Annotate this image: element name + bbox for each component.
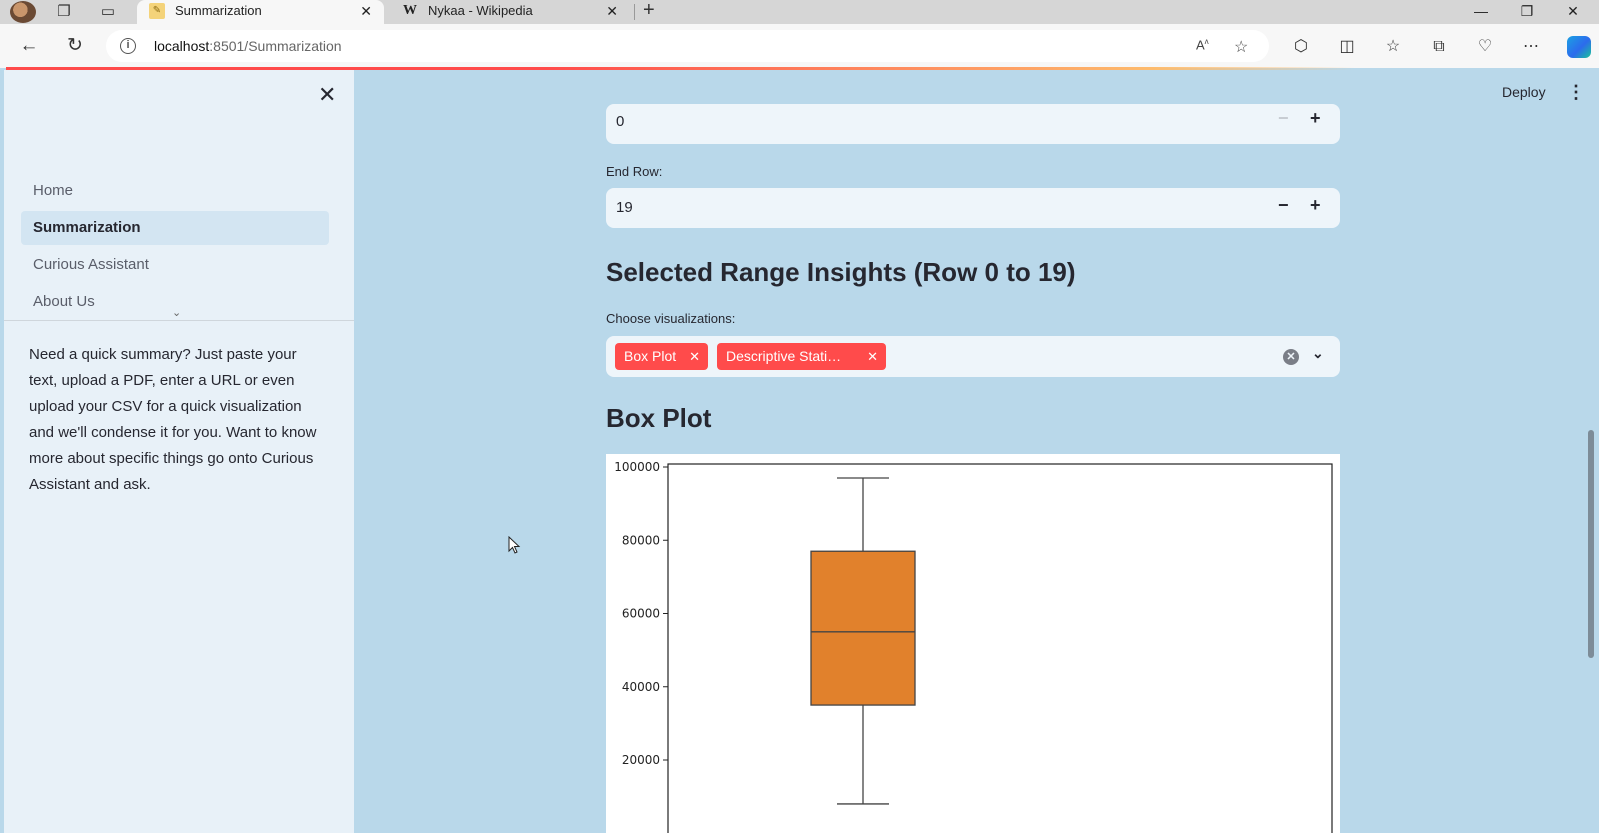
chip-box-plot[interactable]: Box Plot ✕ bbox=[615, 343, 708, 370]
chip-label: Descriptive Stati… bbox=[726, 348, 842, 364]
refresh-icon[interactable]: ↻ bbox=[62, 34, 88, 58]
notepad-favicon-icon: ✎ bbox=[149, 3, 165, 19]
new-tab-icon[interactable]: + bbox=[643, 0, 655, 22]
address-bar-row: ← ↻ i localhost:8501/Summarization Aʌ ☆ … bbox=[0, 24, 1599, 68]
remove-chip-icon[interactable]: ✕ bbox=[689, 343, 700, 370]
wikipedia-favicon-icon: W bbox=[403, 3, 417, 18]
sidebar-item-home[interactable]: Home bbox=[21, 174, 329, 208]
close-sidebar-icon[interactable]: ✕ bbox=[318, 82, 336, 108]
visualizations-multiselect[interactable]: Box Plot ✕ Descriptive Stati… ✕ ✕ ⌄ bbox=[606, 336, 1340, 377]
browser-essentials-icon[interactable]: ♡ bbox=[1474, 36, 1496, 58]
tab-title: Nykaa - Wikipedia bbox=[428, 3, 533, 18]
box-plot-heading: Box Plot bbox=[606, 403, 712, 433]
start-row-input[interactable]: 0 − + bbox=[606, 104, 1340, 144]
sidebar: ✕ Home Summarization Curious Assistant A… bbox=[4, 70, 354, 833]
restore-icon[interactable]: ❐ bbox=[1504, 0, 1550, 24]
end-row-value[interactable]: 19 bbox=[616, 199, 633, 216]
split-screen-icon[interactable]: ◫ bbox=[1336, 36, 1358, 58]
profile-avatar[interactable] bbox=[10, 1, 36, 23]
vertical-tabs-icon[interactable]: ▭ bbox=[98, 2, 118, 22]
end-row-input[interactable]: 19 − + bbox=[606, 188, 1340, 228]
y-tick-label: 80000 bbox=[622, 533, 660, 547]
extensions-icon[interactable]: ⬡ bbox=[1290, 36, 1312, 58]
sidebar-description: Need a quick summary? Just paste your te… bbox=[29, 346, 317, 493]
url-host: localhost bbox=[154, 38, 210, 54]
end-row-label: End Row: bbox=[606, 164, 663, 179]
main-menu-icon[interactable]: ⋮ bbox=[1567, 82, 1585, 103]
collections-icon[interactable]: ⧉ bbox=[1428, 36, 1450, 58]
workspaces-icon[interactable]: ❐ bbox=[54, 2, 74, 22]
box-plot-chart: 20000 40000 60000 80000 100000 bbox=[606, 454, 1340, 833]
site-info-icon[interactable]: i bbox=[120, 38, 136, 54]
y-tick-label: 20000 bbox=[622, 753, 660, 767]
start-row-decrement-icon[interactable]: − bbox=[1278, 108, 1289, 129]
sidebar-divider bbox=[4, 320, 354, 321]
close-tab-icon[interactable]: ✕ bbox=[360, 0, 372, 22]
y-tick-label: 60000 bbox=[622, 607, 660, 621]
end-row-increment-icon[interactable]: + bbox=[1310, 195, 1321, 216]
more-options-icon[interactable]: ⋯ bbox=[1520, 36, 1542, 58]
window-close-icon[interactable]: ✕ bbox=[1550, 0, 1596, 24]
read-aloud-icon[interactable]: Aʌ bbox=[1196, 37, 1209, 52]
sidebar-item-curious-assistant[interactable]: Curious Assistant bbox=[21, 248, 329, 282]
remove-chip-icon[interactable]: ✕ bbox=[867, 343, 878, 370]
plot-axes-frame bbox=[667, 463, 1333, 833]
deploy-button[interactable]: Deploy bbox=[1502, 84, 1546, 100]
close-tab-icon[interactable]: ✕ bbox=[606, 0, 618, 22]
copilot-icon[interactable] bbox=[1567, 36, 1591, 58]
favorites-icon[interactable]: ☆ bbox=[1382, 36, 1404, 58]
start-row-increment-icon[interactable]: + bbox=[1310, 108, 1321, 129]
url-path: :8501/Summarization bbox=[209, 38, 342, 54]
favorite-star-icon[interactable]: ☆ bbox=[1234, 37, 1248, 57]
mouse-cursor-icon bbox=[508, 536, 521, 554]
sidebar-item-summarization[interactable]: Summarization bbox=[21, 211, 329, 245]
chip-label: Box Plot bbox=[624, 348, 677, 364]
clear-all-icon[interactable]: ✕ bbox=[1283, 349, 1299, 365]
box-plot-svg: 20000 40000 60000 80000 100000 bbox=[614, 460, 1333, 833]
y-tick-label: 100000 bbox=[614, 460, 660, 474]
chip-descriptive-statistics[interactable]: Descriptive Stati… ✕ bbox=[717, 343, 886, 370]
url-text[interactable]: localhost:8501/Summarization bbox=[154, 38, 342, 54]
dropdown-chevron-icon[interactable]: ⌄ bbox=[1312, 345, 1324, 362]
address-bar[interactable]: i localhost:8501/Summarization Aʌ ☆ bbox=[106, 30, 1269, 62]
browser-tab-strip: ❐ ▭ ✎ Summarization ✕ W Nykaa - Wikipedi… bbox=[0, 0, 1599, 24]
back-arrow-icon[interactable]: ← bbox=[16, 34, 42, 58]
visualizations-label: Choose visualizations: bbox=[606, 311, 736, 326]
start-row-value[interactable]: 0 bbox=[616, 113, 624, 130]
minimize-icon[interactable]: — bbox=[1458, 0, 1504, 24]
nav-expand-chevron-icon[interactable]: ⌄ bbox=[172, 306, 181, 319]
insights-heading: Selected Range Insights (Row 0 to 19) bbox=[606, 257, 1076, 287]
page-scrollbar[interactable] bbox=[1588, 430, 1594, 658]
box-iqr bbox=[810, 550, 916, 706]
end-row-decrement-icon[interactable]: − bbox=[1278, 195, 1289, 216]
tab-separator bbox=[634, 4, 635, 20]
tab-summarization[interactable]: ✎ Summarization ✕ bbox=[137, 0, 384, 24]
y-tick-label: 40000 bbox=[622, 680, 660, 694]
tab-wikipedia[interactable]: W Nykaa - Wikipedia ✕ bbox=[390, 0, 630, 24]
tab-title: Summarization bbox=[175, 3, 262, 18]
